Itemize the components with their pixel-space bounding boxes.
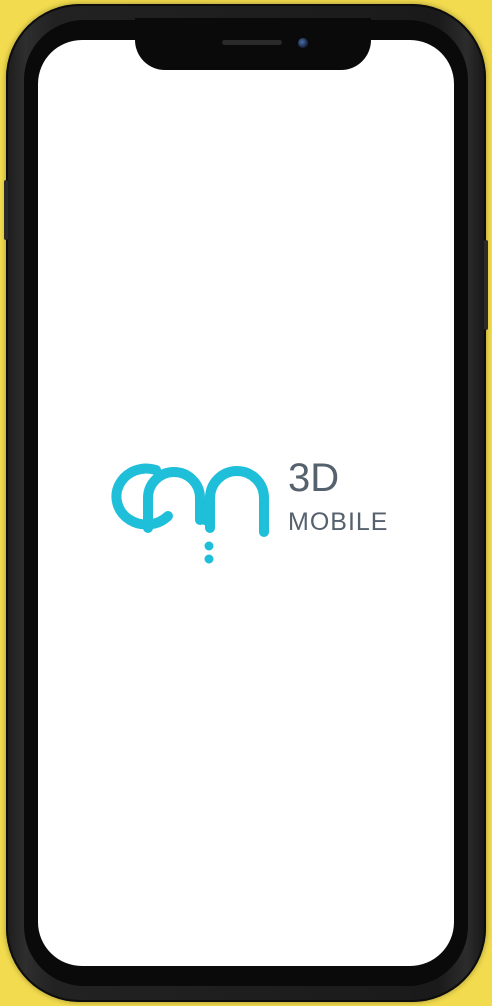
app-logo: 3D MOBILE (110, 456, 410, 568)
om-logo-icon (111, 463, 269, 564)
background: 3D MOBILE (0, 0, 492, 1006)
brand-title-mobile: MOBILE (288, 508, 389, 536)
brand-title-3d: 3D (288, 456, 340, 500)
speaker-grille (222, 40, 282, 45)
volume-button (4, 180, 8, 240)
front-camera-icon (298, 38, 308, 48)
power-button (484, 240, 488, 330)
